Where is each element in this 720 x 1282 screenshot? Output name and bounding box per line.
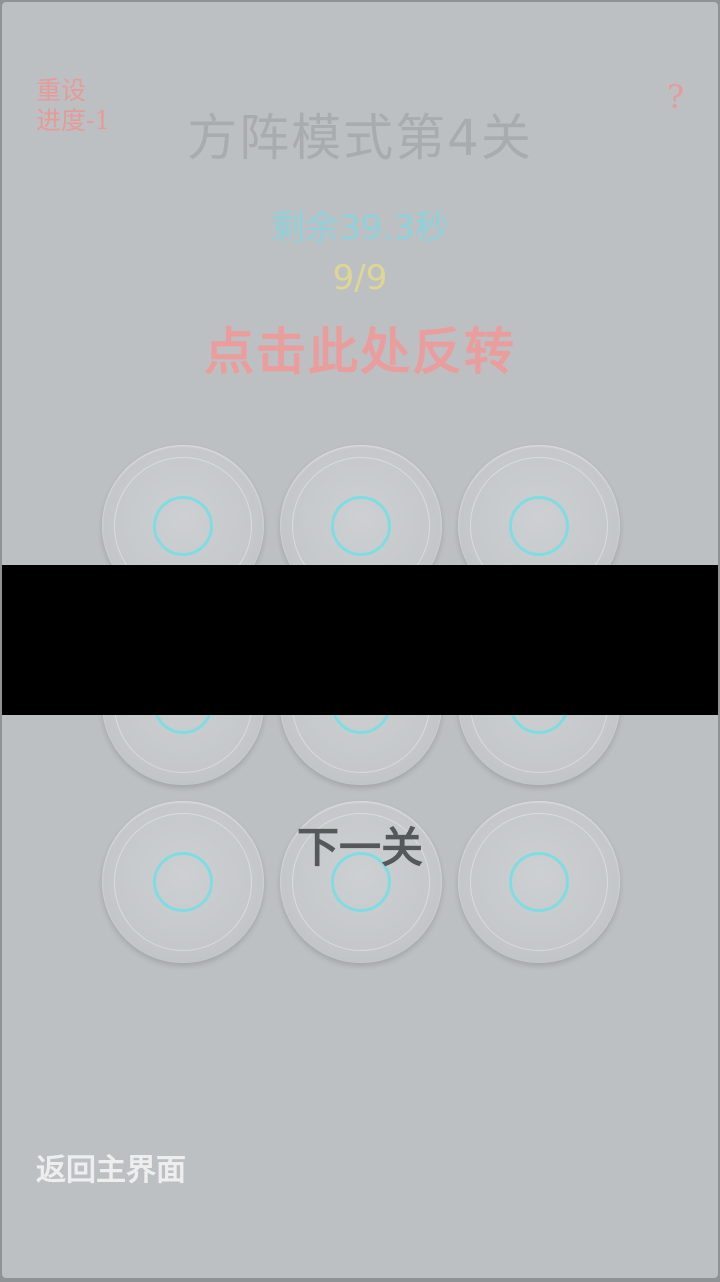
next-level-button[interactable]: 下一关 [2, 814, 718, 875]
invert-button[interactable]: 点击此处反转 [2, 312, 718, 384]
circle-ring-icon [509, 496, 569, 556]
black-overlay-bar [2, 565, 718, 715]
game-screen: 重设 进度-1 ? 方阵模式第4关 剩余39.3秒 9/9 点击此处反转 下一关… [2, 2, 718, 1278]
level-title: 方阵模式第4关 [187, 109, 533, 167]
back-to-main-button[interactable]: 返回主界面 [36, 1145, 186, 1189]
circle-ring-icon [331, 496, 391, 556]
progress-count: 9/9 [332, 258, 388, 298]
time-remaining: 剩余39.3秒 [271, 208, 449, 248]
circle-ring-icon [153, 496, 213, 556]
